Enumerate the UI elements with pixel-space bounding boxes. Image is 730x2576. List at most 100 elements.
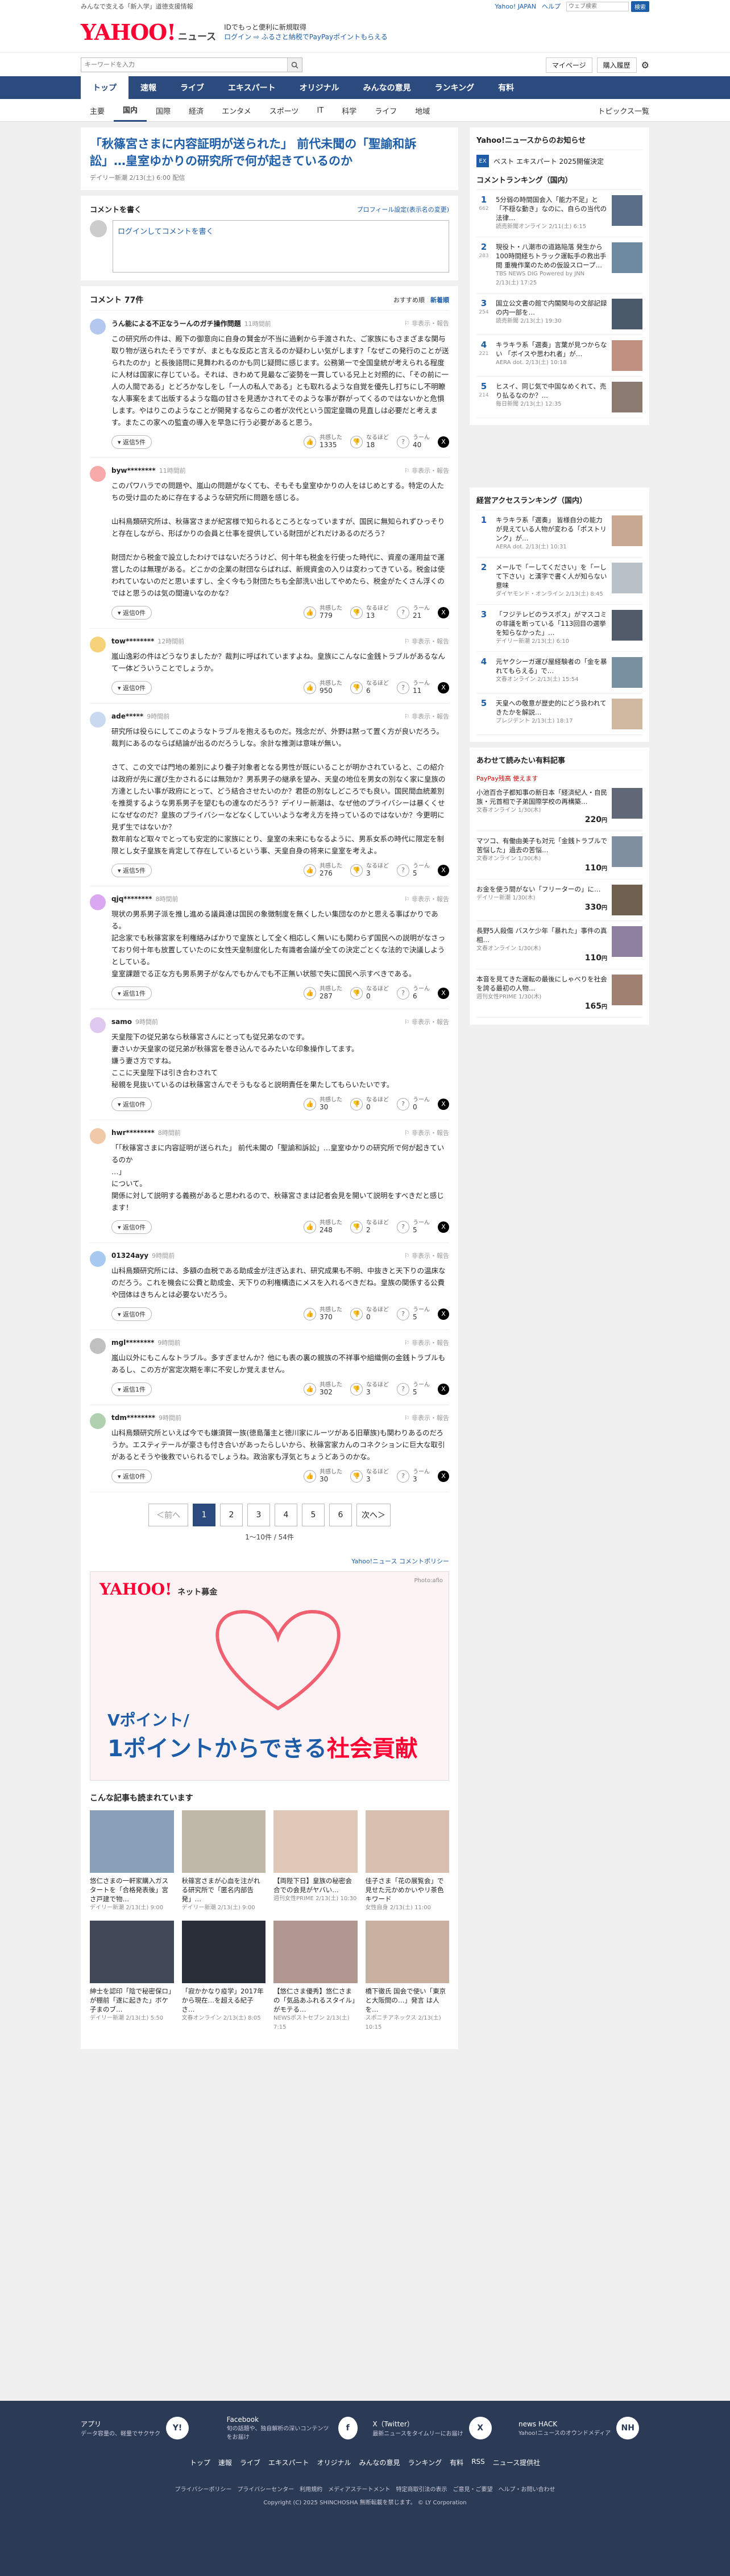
gear-icon[interactable]: ⚙ — [641, 60, 649, 71]
comment-author[interactable]: samo — [111, 1018, 132, 1026]
ranking-item[interactable]: 4 221 キラキラ系「選奏」言葉が見つからない 「ボイスや思われ者」が… AERA … — [476, 335, 642, 377]
vote-bad-button[interactable]: 👎 なるほど 0 — [350, 1306, 389, 1322]
vote-bad-button[interactable]: 👎 なるほど 6 — [350, 680, 389, 695]
footer-nav-link[interactable]: みんなの意見 — [359, 2458, 400, 2467]
report-link[interactable]: ⚐ 非表示・報告 — [404, 894, 449, 903]
vote-good-button[interactable]: 👍 共感した 276 — [304, 862, 342, 878]
recommend-item[interactable]: 「寂かかなり疫学」2017年から現在…を超える紀子さ… 文春オンライン 2/13(… — [181, 1921, 266, 2032]
reply-button[interactable]: ▾ 返信0件 — [111, 1220, 152, 1234]
footer-nav-link[interactable]: 有料 — [450, 2458, 463, 2467]
comment-author[interactable]: mgl******** — [111, 1339, 154, 1347]
vote-bad-button[interactable]: 👎 なるほど 0 — [350, 985, 389, 1001]
footer-nav-link[interactable]: 速報 — [218, 2458, 232, 2467]
topics-list-link[interactable]: トピックス一覧 — [598, 105, 649, 116]
cat-entertainment[interactable]: エンタメ — [213, 99, 260, 122]
comment-author[interactable]: qjq******** — [111, 895, 152, 903]
x-share-icon[interactable]: X — [438, 1470, 449, 1482]
vote-hmm-button[interactable]: ? うーん 6 — [397, 985, 430, 1001]
ranking-item[interactable]: 5 214 ヒスイ、同じ気で中国なめくれて、売り払るなのか？… 毎日新聞 2/13(土… — [476, 377, 642, 418]
vote-hmm-button[interactable]: ? うーん 0 — [397, 1096, 430, 1112]
vote-bad-button[interactable]: 👎 なるほど 0 — [350, 1096, 389, 1112]
recommend-item[interactable]: 紳士を認印「陰で秘密保ロ」が棚前「遂に起きた」ボケ子まのブ… デイリー新潮 2/1… — [90, 1921, 174, 2032]
access-item[interactable]: 3 「フジテレビのラスポス」がマスコミの非議を断っている「113回目の選挙を知らな… — [476, 605, 642, 652]
vote-hmm-button[interactable]: ? うーん 5 — [397, 1219, 430, 1235]
pager-next[interactable]: 次へ＞ — [356, 1504, 391, 1526]
vote-hmm-button[interactable]: ? うーん 5 — [397, 1381, 430, 1397]
vote-good-button[interactable]: 👍 共感した 30 — [304, 1468, 342, 1484]
vote-hmm-button[interactable]: ? うーん 21 — [397, 605, 430, 620]
footer-link[interactable]: プライバシーセンター — [237, 2484, 294, 2493]
paid-item[interactable]: お金を使う間がない「フリーターの」に… デイリー新潮 1/30(木) 330円 — [476, 880, 642, 921]
vote-hmm-button[interactable]: ? うーん 40 — [397, 434, 430, 449]
footer-app-3[interactable]: news HACK Yahoo!ニュースのオウンドメディア NH — [519, 2416, 649, 2441]
article-title[interactable]: 「秋篠宮さまに内容証明が送られた」 前代未聞の「聖諭和訴訟」…皇室ゆかりの研究所… — [90, 137, 416, 168]
x-share-icon[interactable]: X — [438, 606, 449, 618]
ranking-item[interactable]: 3 254 国立公文書の館で内閣関与の文部記録の内一部を… 読売新聞 2/13(土) … — [476, 294, 642, 335]
access-item[interactable]: 1 キラキラ系「選奏」 皆様自分の能力が見えている人物が変わる「ポストリンク」が…… — [476, 510, 642, 558]
nav-ranking[interactable]: ランキング — [423, 76, 487, 99]
comment-author[interactable]: hwr******** — [111, 1129, 155, 1137]
reply-button[interactable]: ▾ 返信0件 — [111, 680, 152, 695]
pager-page-4[interactable]: 4 — [275, 1504, 297, 1526]
pager-page-2[interactable]: 2 — [220, 1504, 243, 1526]
pager-page-1[interactable]: 1 — [193, 1504, 215, 1526]
vote-good-button[interactable]: 👍 共感した 779 — [304, 605, 342, 620]
access-item[interactable]: 4 元ヤクシーガ運び屋経験者の「金を暴れてもらえる」で… 文春オンライン 2/13(… — [476, 652, 642, 693]
vote-bad-button[interactable]: 👎 なるほど 3 — [350, 1381, 389, 1397]
vote-good-button[interactable]: 👍 共感した 287 — [304, 985, 342, 1001]
footer-nav-link[interactable]: オリジナル — [317, 2458, 351, 2467]
recommend-item[interactable]: 【悠仁さま優秀】悠仁さまの「気品あふれるスタイル」がモテる… NEWSポストセブン… — [273, 1921, 358, 2032]
footer-nav-link[interactable]: トップ — [190, 2458, 210, 2467]
header-promo[interactable]: IDでもっと便利に新規取得 ログイン ⇨ ふるさと納税でPayPayポイントもら… — [224, 23, 388, 42]
vote-good-button[interactable]: 👍 共感した 950 — [304, 680, 342, 695]
vote-good-button[interactable]: 👍 共感した 248 — [304, 1219, 342, 1235]
vote-good-button[interactable]: 👍 共感した 1335 — [304, 434, 342, 449]
footer-link[interactable]: メディアステートメント — [328, 2484, 390, 2493]
reply-button[interactable]: ▾ 返信1件 — [111, 1382, 152, 1396]
pager-page-3[interactable]: 3 — [247, 1504, 270, 1526]
x-share-icon[interactable]: X — [438, 987, 449, 999]
footer-link[interactable]: プライバシーポリシー — [175, 2484, 232, 2493]
recommend-item[interactable]: 佳子さま「花の展覧会」で見せた元かめかいやリ茶色キワード 女性自身 2/13(土)… — [365, 1810, 449, 1913]
pager-prev[interactable]: ＜前へ — [148, 1504, 188, 1526]
report-link[interactable]: ⚐ 非表示・報告 — [404, 1338, 449, 1347]
report-link[interactable]: ⚐ 非表示・報告 — [404, 712, 449, 721]
x-share-icon[interactable]: X — [438, 1098, 449, 1110]
vote-hmm-button[interactable]: ? うーん 3 — [397, 1468, 430, 1484]
footer-link[interactable]: 特定商取引法の表示 — [396, 2484, 447, 2493]
search-icon[interactable] — [287, 58, 302, 72]
vote-hmm-button[interactable]: ? うーん 11 — [397, 680, 430, 695]
reply-button[interactable]: ▾ 返信1件 — [111, 986, 152, 1000]
report-link[interactable]: ⚐ 非表示・報告 — [404, 1017, 449, 1026]
cat-domestic[interactable]: 国内 — [114, 99, 147, 122]
access-item[interactable]: 2 メールで「ーしてください」を「ーして下さい」と漢字で書く人が知らない意味 ダイヤ… — [476, 558, 642, 605]
footer-app-0[interactable]: アプリ データ容量の、軽量でサクサク Y! — [81, 2416, 211, 2441]
ranking-item[interactable]: 2 283 現役ト・八潮市の道路陥落 発生から100時間経ちトラック運転手の救出手間… — [476, 237, 642, 294]
footer-app-1[interactable]: Facebook 旬の話題や、独自解析の深いコンテンツをお届け f — [227, 2416, 358, 2441]
ranking-item[interactable]: 1 662 5分弱の時間国会入「能力不足」と「不穏な動き」なのに、自らの当代の法律…… — [476, 190, 642, 237]
footer-link[interactable]: ヘルプ・お問い合わせ — [498, 2484, 555, 2493]
comment-author[interactable]: byw******** — [111, 467, 156, 474]
nav-expert[interactable]: エキスパート — [216, 76, 288, 99]
vote-good-button[interactable]: 👍 共感した 370 — [304, 1306, 342, 1322]
reply-button[interactable]: ▾ 返信5件 — [111, 863, 152, 877]
report-link[interactable]: ⚐ 非表示・報告 — [404, 637, 449, 646]
side-notice-item[interactable]: EX ベスト エキスパート 2025開催決定 — [476, 155, 642, 167]
cat-sports[interactable]: スポーツ — [260, 99, 308, 122]
comment-author[interactable]: ade***** — [111, 712, 143, 720]
cat-science[interactable]: 科学 — [333, 99, 366, 122]
yahoo-japan-link[interactable]: Yahoo! JAPAN — [495, 3, 536, 10]
comment-login-box[interactable]: ログインしてコメントを書く — [113, 220, 449, 273]
reply-button[interactable]: ▾ 返信0件 — [111, 1307, 152, 1321]
footer-link[interactable]: 利用規約 — [300, 2484, 322, 2493]
comment-author[interactable]: tow******** — [111, 637, 154, 645]
comment-author[interactable]: tdm******** — [111, 1414, 155, 1422]
report-link[interactable]: ⚐ 非表示・報告 — [404, 1251, 449, 1260]
x-share-icon[interactable]: X — [438, 1308, 449, 1320]
x-share-icon[interactable]: X — [438, 682, 449, 693]
help-link[interactable]: ヘルプ — [542, 2, 561, 11]
web-search-input[interactable] — [566, 1, 629, 11]
report-link[interactable]: ⚐ 非表示・報告 — [404, 466, 449, 475]
reply-button[interactable]: ▾ 返信0件 — [111, 1469, 152, 1483]
mypage-button[interactable]: マイページ — [545, 57, 592, 73]
